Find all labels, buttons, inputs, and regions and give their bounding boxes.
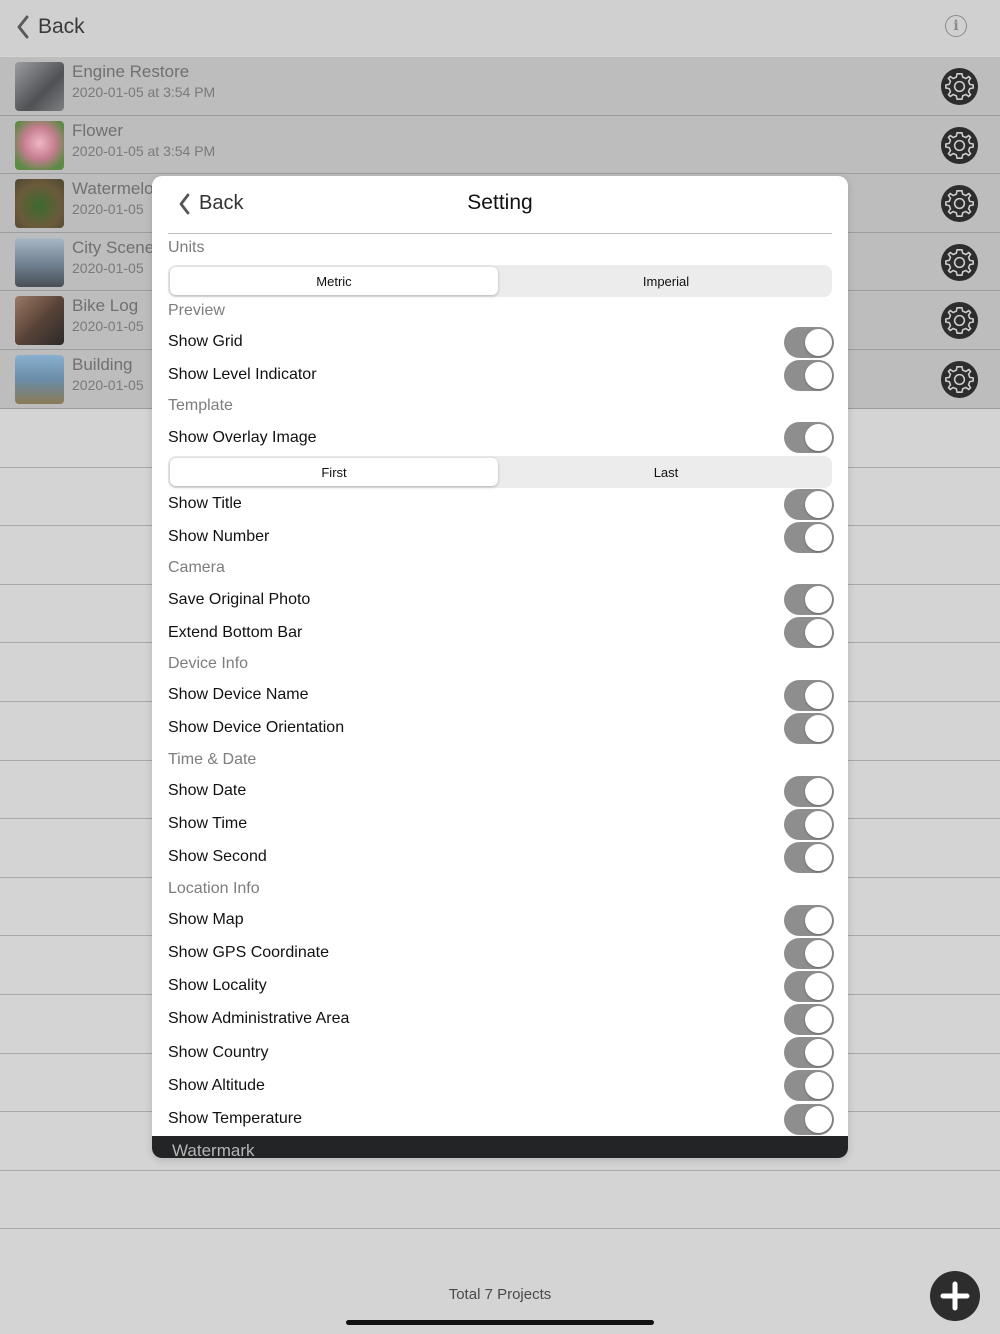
label-show-country: Show Country [168,1044,269,1061]
settings-modal: Back Setting Units Metric Imperial Previ… [152,176,848,1158]
project-thumbnail [15,354,64,404]
home-indicator [346,1320,654,1325]
label-show-level-indicator: Show Level Indicator [168,366,317,383]
empty-row-divider [0,1171,1000,1230]
project-row[interactable]: Engine Restore 2020-01-05 at 3:54 PM [0,57,1000,116]
section-time-date: Time & Date [168,751,257,768]
section-camera: Camera [168,559,225,576]
section-device-info: Device Info [168,655,249,672]
plus-icon [940,1281,970,1311]
label-show-title: Show Title [168,495,242,512]
gear-icon[interactable] [940,243,979,282]
project-name: City Scene [72,237,155,257]
project-thumbnail [15,120,64,170]
toggle-show-date[interactable] [784,776,834,807]
toggle-show-title[interactable] [784,489,834,520]
project-date: 2020-01-05 [72,201,144,218]
gear-icon[interactable] [940,301,979,340]
section-location-info: Location Info [168,880,260,897]
label-show-date: Show Date [168,782,247,799]
project-date: 2020-01-05 at 3:54 PM [72,84,216,100]
toggle-show-second[interactable] [784,842,834,873]
label-show-gps-coordinate: Show GPS Coordinate [168,944,329,961]
toggle-show-altitude[interactable] [784,1070,834,1101]
label-save-original-photo: Save Original Photo [168,591,311,608]
toggle-show-temperature[interactable] [784,1104,834,1135]
watermark-label: Watermark [172,1141,255,1158]
section-preview: Preview [168,302,225,319]
add-project-button[interactable] [930,1271,980,1321]
toggle-show-number[interactable] [784,522,834,553]
toggle-show-grid[interactable] [784,327,834,358]
units-segmented-control: Metric Imperial [168,265,832,297]
label-show-temperature: Show Temperature [168,1110,302,1127]
label-show-grid: Show Grid [168,333,243,350]
label-show-map: Show Map [168,911,244,928]
toggle-extend-bottom-bar[interactable] [784,617,834,648]
project-row[interactable]: Flower 2020-01-05 at 3:54 PM [0,115,1000,175]
toggle-show-level-indicator[interactable] [784,360,834,391]
label-show-device-name: Show Device Name [168,686,309,703]
toggle-show-overlay-image[interactable] [784,422,834,453]
modal-title: Setting [467,191,533,214]
info-icon[interactable]: i [945,15,967,37]
segment-first[interactable]: First [170,458,498,486]
toggle-show-device-orientation[interactable] [784,713,834,744]
top-nav-bar: Back i [0,0,1000,56]
toggle-show-device-name[interactable] [784,680,834,711]
toggle-show-locality[interactable] [784,971,834,1002]
label-show-locality: Show Locality [168,977,267,994]
overlay-segmented-control: First Last [168,456,832,488]
gear-icon[interactable] [940,360,979,399]
toggle-show-country[interactable] [784,1037,834,1068]
label-show-altitude: Show Altitude [168,1077,265,1094]
modal-header: Back Setting [168,176,832,234]
back-label: Back [38,15,85,38]
label-show-second: Show Second [168,848,267,865]
label-show-administrative-area: Show Administrative Area [168,1010,350,1027]
gear-icon[interactable] [940,67,979,106]
segment-imperial[interactable]: Imperial [502,267,830,295]
label-show-device-orientation: Show Device Orientation [168,719,345,736]
project-thumbnail [15,296,64,346]
project-name: Watermelo [72,179,154,199]
watermark-bar: Watermark [152,1136,848,1158]
toggle-show-time[interactable] [784,809,834,840]
chevron-left-icon [17,15,29,39]
label-show-time: Show Time [168,815,248,832]
project-date: 2020-01-05 at 3:54 PM [72,142,216,159]
project-name: Bike Log [72,296,139,316]
segment-metric[interactable]: Metric [170,267,498,295]
project-name: Flower [72,120,124,140]
project-thumbnail [15,62,64,111]
label-show-overlay-image: Show Overlay Image [168,429,317,446]
project-date: 2020-01-05 [72,259,144,276]
gear-icon[interactable] [940,184,979,223]
section-template: Template [168,397,233,414]
project-thumbnail [15,237,64,287]
toggle-save-original-photo[interactable] [784,584,834,615]
project-date: 2020-01-05 [72,376,144,393]
gear-icon[interactable] [940,126,979,165]
back-button[interactable]: Back [16,12,85,42]
toggle-show-gps-coordinate[interactable] [784,938,834,969]
project-thumbnail [15,179,64,229]
segment-last[interactable]: Last [502,458,830,486]
toggle-show-administrative-area[interactable] [784,1004,834,1035]
project-name: Engine Restore [72,62,190,81]
section-units: Units [168,239,205,256]
toggle-show-map[interactable] [784,905,834,936]
label-show-number: Show Number [168,528,270,545]
project-name: Building [72,354,133,374]
project-count: Total 7 Projects [448,1286,552,1303]
project-date: 2020-01-05 [72,318,144,335]
label-extend-bottom-bar: Extend Bottom Bar [168,624,303,641]
